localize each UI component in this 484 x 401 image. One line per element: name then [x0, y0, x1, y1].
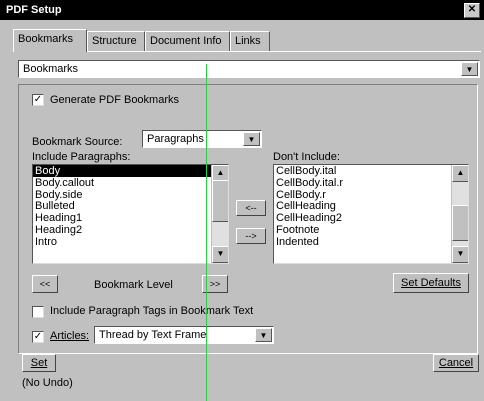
include-paragraphs-list[interactable]: Body Body.callout Body.side Bulleted Hea…: [32, 164, 229, 264]
scroll-thumb[interactable]: [452, 205, 468, 241]
generate-bookmarks-label: Generate PDF Bookmarks: [50, 94, 179, 106]
guide-line: [206, 64, 207, 401]
dont-include-label: Don't Include:: [273, 151, 340, 163]
list-item[interactable]: Footnote: [274, 224, 468, 236]
arrow-up-icon[interactable]: ▲: [452, 165, 468, 182]
list-item[interactable]: Body.callout: [33, 177, 228, 189]
undo-status: (No Undo): [22, 377, 73, 389]
dont-include-list-scrollbar[interactable]: ▲ ▼: [451, 165, 468, 263]
bookmark-source-value: Paragraphs: [147, 133, 204, 145]
articles-select[interactable]: Thread by Text Frame ▼: [94, 326, 274, 344]
close-icon[interactable]: ✕: [464, 3, 480, 18]
title-bar: PDF Setup ✕: [0, 0, 484, 20]
include-tags-label: Include Paragraph Tags in Bookmark Text: [50, 305, 254, 317]
articles-checkbox[interactable]: ✓: [32, 331, 44, 343]
tab-structure[interactable]: Structure: [87, 31, 145, 51]
set-defaults-button[interactable]: Set Defaults: [393, 273, 469, 293]
bookmark-source-select[interactable]: Paragraphs ▼: [142, 130, 262, 148]
list-item[interactable]: Indented: [274, 236, 468, 248]
chevron-down-icon[interactable]: ▼: [243, 132, 260, 146]
list-item[interactable]: CellHeading: [274, 200, 468, 212]
bookmark-level-label: Bookmark Level: [94, 279, 173, 291]
list-item[interactable]: CellBody.ital.r: [274, 177, 468, 189]
set-defaults-label: Set Defaults: [401, 277, 461, 289]
list-item[interactable]: CellBody.r: [274, 189, 468, 201]
tab-bookmarks[interactable]: Bookmarks: [13, 29, 87, 52]
include-list-scrollbar[interactable]: ▲ ▼: [211, 165, 228, 263]
window-title: PDF Setup: [6, 4, 62, 16]
cancel-button-label: Cancel: [438, 357, 474, 369]
include-paragraphs-label: Include Paragraphs:: [32, 151, 131, 163]
tab-document-info[interactable]: Document Info: [145, 31, 230, 51]
list-item[interactable]: Intro: [33, 236, 228, 248]
articles-label: Articles:: [50, 330, 90, 342]
articles-select-value: Thread by Text Frame: [99, 329, 207, 341]
add-to-include-button[interactable]: <--: [236, 200, 266, 216]
set-button-label: Set: [30, 357, 48, 369]
list-item[interactable]: CellHeading2: [274, 212, 468, 224]
level-decrease-button[interactable]: <<: [32, 275, 58, 293]
section-select-value: Bookmarks: [23, 63, 79, 75]
remove-from-include-button[interactable]: -->: [236, 228, 266, 244]
chevron-down-icon[interactable]: ▼: [255, 328, 272, 342]
chevron-down-icon[interactable]: ▼: [461, 62, 478, 76]
bookmark-source-label: Bookmark Source:: [32, 136, 123, 148]
tab-links[interactable]: Links: [230, 31, 270, 51]
generate-bookmarks-checkbox[interactable]: ✓: [32, 94, 44, 106]
list-item[interactable]: Body.side: [33, 189, 228, 201]
include-tags-checkbox[interactable]: [32, 306, 44, 318]
list-item[interactable]: Heading1: [33, 212, 228, 224]
arrow-down-icon[interactable]: ▼: [212, 246, 228, 263]
list-item[interactable]: Bulleted: [33, 200, 228, 212]
list-item[interactable]: CellBody.ital: [274, 165, 468, 177]
arrow-down-icon[interactable]: ▼: [452, 246, 468, 263]
list-item[interactable]: Body: [33, 165, 228, 177]
list-item[interactable]: Heading2: [33, 224, 228, 236]
cancel-button[interactable]: Cancel: [433, 354, 479, 372]
section-select[interactable]: Bookmarks ▼: [18, 60, 480, 78]
scroll-thumb[interactable]: [212, 180, 228, 222]
set-button[interactable]: Set: [22, 354, 56, 372]
dont-include-list[interactable]: CellBody.ital CellBody.ital.r CellBody.r…: [273, 164, 469, 264]
